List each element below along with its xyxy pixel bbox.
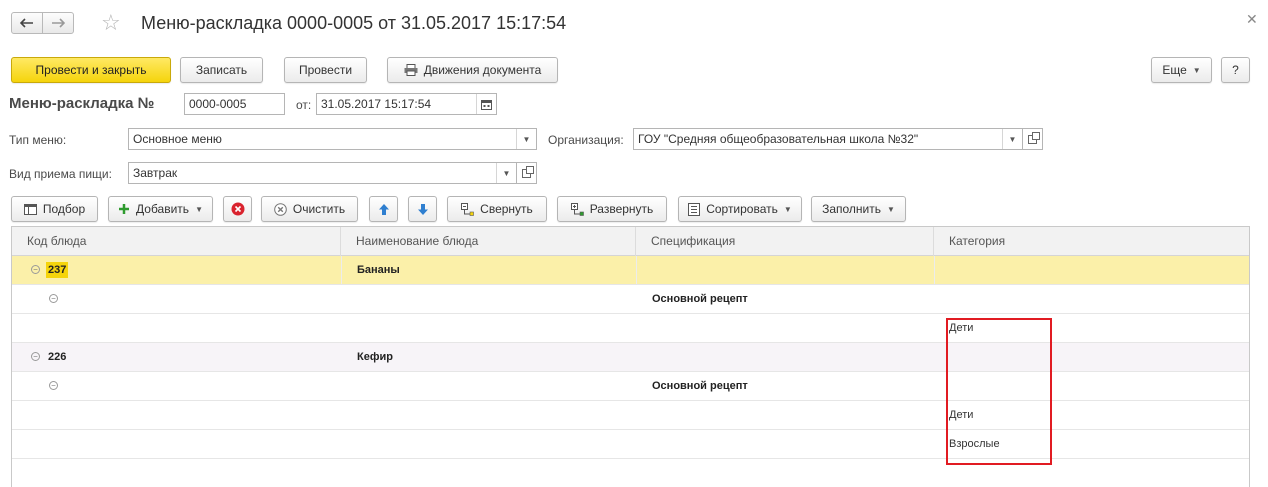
expand-button[interactable]: Развернуть: [557, 196, 667, 222]
chevron-down-icon: ▼: [783, 204, 792, 214]
more-label: Еще: [1162, 63, 1187, 77]
collapse-tree-icon: [461, 202, 474, 216]
move-up-button[interactable]: [369, 196, 398, 222]
sort-label: Сортировать: [706, 202, 778, 216]
post-label: Провести: [298, 63, 353, 77]
more-button[interactable]: Еще ▼: [1151, 57, 1212, 83]
fill-label: Заполнить: [822, 202, 881, 216]
clear-icon: [274, 202, 287, 216]
help-button[interactable]: ?: [1221, 57, 1250, 83]
meal-type-value: Завтрак: [133, 166, 178, 180]
cell-code: 226: [48, 351, 67, 363]
open-icon: [522, 165, 534, 178]
document-number-value: 0000-0005: [189, 97, 247, 111]
collapse-row-icon[interactable]: −: [31, 265, 40, 274]
organization-value: ГОУ "Средняя общеобразовательная школа №…: [638, 132, 919, 146]
chevron-down-icon: ▼: [195, 204, 203, 214]
collapse-row-icon[interactable]: −: [49, 381, 58, 390]
column-header-category[interactable]: Категория: [934, 227, 1249, 256]
post-and-close-label: Провести и закрыть: [35, 63, 147, 77]
open-icon: [1028, 131, 1040, 144]
table-pick-icon: [23, 203, 37, 215]
column-header-name[interactable]: Наименование блюда: [341, 227, 636, 256]
collapse-row-icon[interactable]: −: [49, 294, 58, 303]
chevron-down-icon: ▼: [1192, 65, 1201, 75]
back-button[interactable]: [11, 12, 43, 34]
cell-code: 237: [46, 256, 69, 284]
add-button[interactable]: Добавить ▼: [108, 196, 213, 222]
printer-icon: [404, 64, 418, 76]
collapse-label: Свернуть: [480, 202, 533, 216]
table-row[interactable]: − Основной рецепт: [12, 372, 1249, 401]
date-value: 31.05.2017 15:17:54: [321, 97, 432, 111]
meal-type-label: Вид приема пищи:: [9, 167, 112, 181]
cell-code-value: 237: [46, 262, 69, 278]
calendar-icon[interactable]: [476, 94, 496, 114]
table-row[interactable]: Взрослые: [12, 430, 1249, 459]
cell-spec: Основной рецепт: [652, 293, 748, 305]
table-row[interactable]: Дети: [12, 401, 1249, 430]
plus-icon: [119, 204, 130, 214]
table-header: Код блюда Наименование блюда Спецификаци…: [12, 227, 1249, 256]
arrow-down-icon: [417, 203, 428, 215]
clear-label: Очистить: [292, 202, 346, 216]
delete-icon: [231, 202, 244, 216]
organization-label: Организация:: [548, 133, 624, 147]
chevron-down-icon[interactable]: ▼: [496, 163, 516, 183]
column-header-code[interactable]: Код блюда: [12, 227, 341, 256]
document-number-field[interactable]: 0000-0005: [184, 93, 285, 115]
chevron-down-icon: ▼: [887, 204, 895, 214]
document-movements-button[interactable]: Движения документа: [387, 57, 558, 83]
arrow-right-icon: [52, 18, 65, 28]
chevron-down-icon[interactable]: ▼: [1002, 129, 1022, 149]
sort-icon: [688, 202, 701, 216]
save-button[interactable]: Записать: [180, 57, 263, 83]
document-number-label: Меню-раскладка №: [9, 95, 155, 112]
document-movements-label: Движения документа: [423, 63, 542, 77]
highlight-box: [946, 318, 1052, 465]
move-down-button[interactable]: [408, 196, 437, 222]
cell-name: Бананы: [357, 264, 400, 276]
arrow-left-icon: [20, 18, 33, 28]
collapse-button[interactable]: Свернуть: [447, 196, 547, 222]
dishes-table: Код блюда Наименование блюда Спецификаци…: [11, 226, 1250, 487]
help-label: ?: [1232, 63, 1239, 77]
expand-tree-icon: [570, 202, 584, 216]
sort-button[interactable]: Сортировать ▼: [678, 196, 802, 222]
table-row[interactable]: − 226 Кефир: [12, 343, 1249, 372]
table-row[interactable]: Дети: [12, 314, 1249, 343]
date-field[interactable]: 31.05.2017 15:17:54: [316, 93, 497, 115]
open-organization-button[interactable]: [1023, 128, 1043, 150]
column-header-spec[interactable]: Спецификация: [636, 227, 934, 256]
fill-button[interactable]: Заполнить ▼: [811, 196, 906, 222]
organization-field[interactable]: ГОУ "Средняя общеобразовательная школа №…: [633, 128, 1023, 150]
date-label: от:: [296, 98, 312, 112]
table-row[interactable]: − 237 Бананы: [12, 256, 1249, 285]
menu-type-field[interactable]: Основное меню ▼: [128, 128, 537, 150]
add-label: Добавить: [136, 202, 190, 216]
pick-label: Подбор: [42, 202, 86, 216]
pick-button[interactable]: Подбор: [11, 196, 98, 222]
cell-spec: Основной рецепт: [652, 380, 748, 392]
collapse-row-icon[interactable]: −: [31, 352, 40, 361]
close-icon[interactable]: ✕: [1246, 11, 1258, 28]
page-title: Меню-раскладка 0000-0005 от 31.05.2017 1…: [141, 13, 567, 33]
favorite-star-icon[interactable]: ☆: [101, 10, 121, 36]
delete-button[interactable]: [223, 196, 252, 222]
open-meal-type-button[interactable]: [517, 162, 537, 184]
post-button[interactable]: Провести: [284, 57, 367, 83]
arrow-up-icon: [378, 203, 389, 215]
expand-label: Развернуть: [589, 202, 654, 216]
menu-type-label: Тип меню:: [9, 133, 67, 147]
meal-type-field[interactable]: Завтрак ▼: [128, 162, 517, 184]
forward-button[interactable]: [42, 12, 74, 34]
post-and-close-button[interactable]: Провести и закрыть: [11, 57, 171, 83]
cell-name: Кефир: [357, 351, 393, 363]
table-row[interactable]: − Основной рецепт: [12, 285, 1249, 314]
save-label: Записать: [195, 63, 248, 77]
menu-type-value: Основное меню: [133, 132, 222, 146]
chevron-down-icon[interactable]: ▼: [516, 129, 536, 149]
clear-button[interactable]: Очистить: [261, 196, 358, 222]
